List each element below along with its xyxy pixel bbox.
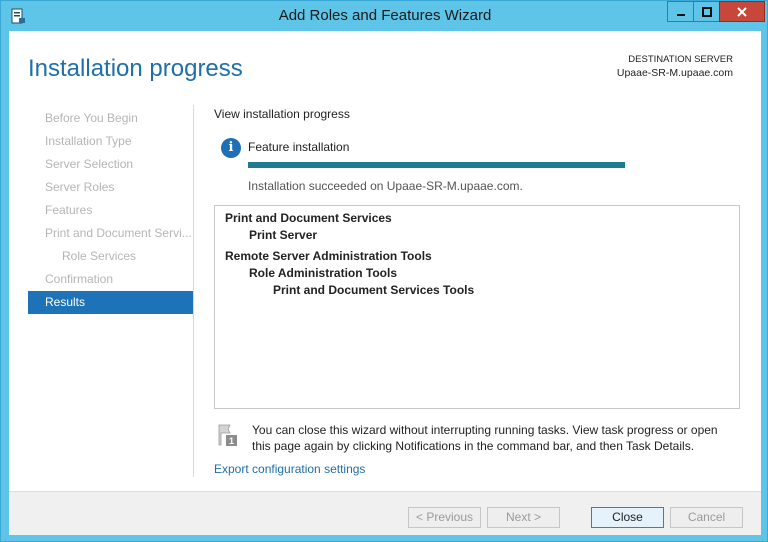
result-item: Remote Server Administration Tools xyxy=(225,249,432,263)
next-button[interactable]: Next > xyxy=(487,507,560,528)
svg-text:1: 1 xyxy=(229,436,234,446)
close-icon xyxy=(737,6,747,17)
cancel-button[interactable]: Cancel xyxy=(670,507,743,528)
close-button[interactable]: Close xyxy=(591,507,664,528)
nav-item-print-and-document-servi[interactable]: Print and Document Servi... xyxy=(28,222,193,245)
wizard-footer: < Previous Next > Close Cancel xyxy=(9,491,761,535)
minimize-icon xyxy=(676,13,685,16)
result-item: Print and Document Services Tools xyxy=(273,283,475,297)
minimize-button[interactable] xyxy=(667,1,694,22)
nav-item-features[interactable]: Features xyxy=(28,199,193,222)
page-title: Installation progress xyxy=(28,55,243,82)
export-configuration-link[interactable]: Export configuration settings xyxy=(214,462,365,476)
title-bar[interactable]: Add Roles and Features Wizard xyxy=(1,1,768,31)
result-item: Role Administration Tools xyxy=(249,266,398,280)
nav-item-installation-type[interactable]: Installation Type xyxy=(28,130,193,153)
nav-item-before-you-begin[interactable]: Before You Begin xyxy=(28,107,193,130)
installation-progress-bar xyxy=(248,162,625,168)
nav-item-results[interactable]: Results xyxy=(28,291,193,314)
feature-installation-title: Feature installation xyxy=(248,140,350,154)
nav-item-role-services[interactable]: Role Services xyxy=(28,245,193,268)
flag-notification-icon: 1 xyxy=(218,423,238,447)
progress-fill xyxy=(248,162,625,168)
wizard-window: Add Roles and Features Wizard Installati… xyxy=(0,0,768,542)
close-wizard-note: You can close this wizard without interr… xyxy=(252,423,718,453)
wizard-content: Installation progress DESTINATION SERVER… xyxy=(9,31,761,535)
destination-server-name: Upaae-SR-M.upaae.com xyxy=(616,67,733,79)
info-icon: i xyxy=(221,138,241,158)
nav-item-server-roles[interactable]: Server Roles xyxy=(28,176,193,199)
result-item: Print and Document Services xyxy=(225,211,392,225)
installation-status: Installation succeeded on Upaae-SR-M.upa… xyxy=(248,179,523,193)
wizard-nav: Before You Begin Installation Type Server … xyxy=(28,107,193,314)
destination-server-label: DESTINATION SERVER xyxy=(628,54,733,65)
result-item: Print Server xyxy=(249,228,318,242)
nav-item-server-selection[interactable]: Server Selection xyxy=(28,153,193,176)
view-progress-label: View installation progress xyxy=(214,107,350,121)
nav-item-confirmation[interactable]: Confirmation xyxy=(28,268,193,291)
installation-results-list[interactable]: Print and Document Services Print Server… xyxy=(214,205,740,409)
maximize-button[interactable] xyxy=(693,1,720,22)
maximize-icon xyxy=(701,6,712,17)
previous-button[interactable]: < Previous xyxy=(408,507,481,528)
nav-divider xyxy=(193,105,194,477)
close-window-button[interactable] xyxy=(719,1,765,22)
window-title: Add Roles and Features Wizard xyxy=(278,7,492,24)
